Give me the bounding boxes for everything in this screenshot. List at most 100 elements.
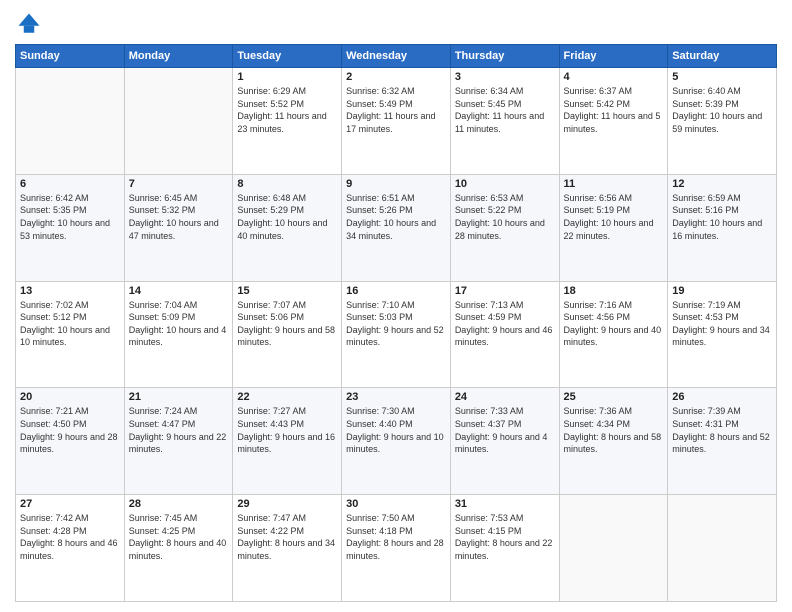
header xyxy=(15,10,777,38)
day-number: 4 xyxy=(564,71,664,83)
calendar-cell: 1 Sunrise: 6:29 AM Sunset: 5:52 PM Daylig… xyxy=(233,68,342,175)
day-number: 25 xyxy=(564,391,664,403)
calendar-cell: 4 Sunrise: 6:37 AM Sunset: 5:42 PM Daylig… xyxy=(559,68,668,175)
calendar-cell: 23 Sunrise: 7:30 AM Sunset: 4:40 PM Dayli… xyxy=(342,388,451,495)
cell-content: Sunrise: 6:56 AM Sunset: 5:19 PM Dayligh… xyxy=(564,192,664,242)
cell-content: Sunrise: 6:45 AM Sunset: 5:32 PM Dayligh… xyxy=(129,192,229,242)
calendar-week-row: 27Sunrise: 7:42 AM Sunset: 4:28 PM Dayli… xyxy=(16,495,777,602)
cell-content: Sunrise: 6:29 AM Sunset: 5:52 PM Dayligh… xyxy=(237,85,337,135)
cell-content: Sunrise: 7:13 AM Sunset: 4:59 PM Dayligh… xyxy=(455,299,555,349)
day-number: 9 xyxy=(346,178,446,190)
weekday-header: Saturday xyxy=(668,45,777,68)
cell-content: Sunrise: 7:04 AM Sunset: 5:09 PM Dayligh… xyxy=(129,299,229,349)
day-number: 28 xyxy=(129,498,229,510)
day-number: 3 xyxy=(455,71,555,83)
day-number: 19 xyxy=(672,285,772,297)
cell-content: Sunrise: 6:40 AM Sunset: 5:39 PM Dayligh… xyxy=(672,85,772,135)
day-number: 22 xyxy=(237,391,337,403)
cell-content: Sunrise: 7:30 AM Sunset: 4:40 PM Dayligh… xyxy=(346,405,446,455)
calendar-cell: 10Sunrise: 6:53 AM Sunset: 5:22 PM Dayli… xyxy=(450,174,559,281)
cell-content: Sunrise: 6:59 AM Sunset: 5:16 PM Dayligh… xyxy=(672,192,772,242)
page: SundayMondayTuesdayWednesdayThursdayFrid… xyxy=(0,0,792,612)
calendar-cell: 11 Sunrise: 6:56 AM Sunset: 5:19 PM Dayli… xyxy=(559,174,668,281)
day-number: 14 xyxy=(129,285,229,297)
day-number: 24 xyxy=(455,391,555,403)
day-number: 13 xyxy=(20,285,120,297)
calendar-week-row: 20 Sunrise: 7:21 AM Sunset: 4:50 PM Dayli… xyxy=(16,388,777,495)
calendar-cell: 12 Sunrise: 6:59 AM Sunset: 5:16 PM Dayli… xyxy=(668,174,777,281)
cell-content: Sunrise: 6:51 AM Sunset: 5:26 PM Dayligh… xyxy=(346,192,446,242)
calendar-cell: 26 Sunrise: 7:39 AM Sunset: 4:31 PM Dayli… xyxy=(668,388,777,495)
cell-content: Sunrise: 7:47 AM Sunset: 4:22 PM Dayligh… xyxy=(237,512,337,562)
calendar-cell: 6Sunrise: 6:42 AM Sunset: 5:35 PM Daylig… xyxy=(16,174,125,281)
day-number: 26 xyxy=(672,391,772,403)
calendar-cell: 14 Sunrise: 7:04 AM Sunset: 5:09 PM Dayli… xyxy=(124,281,233,388)
calendar-cell: 24 Sunrise: 7:33 AM Sunset: 4:37 PM Dayli… xyxy=(450,388,559,495)
day-number: 20 xyxy=(20,391,120,403)
day-number: 30 xyxy=(346,498,446,510)
day-number: 7 xyxy=(129,178,229,190)
cell-content: Sunrise: 7:27 AM Sunset: 4:43 PM Dayligh… xyxy=(237,405,337,455)
calendar-cell xyxy=(124,68,233,175)
calendar-cell: 3 Sunrise: 6:34 AM Sunset: 5:45 PM Daylig… xyxy=(450,68,559,175)
cell-content: Sunrise: 7:24 AM Sunset: 4:47 PM Dayligh… xyxy=(129,405,229,455)
weekday-row: SundayMondayTuesdayWednesdayThursdayFrid… xyxy=(16,45,777,68)
cell-content: Sunrise: 7:39 AM Sunset: 4:31 PM Dayligh… xyxy=(672,405,772,455)
calendar-cell: 7 Sunrise: 6:45 AM Sunset: 5:32 PM Daylig… xyxy=(124,174,233,281)
weekday-header: Tuesday xyxy=(233,45,342,68)
day-number: 11 xyxy=(564,178,664,190)
calendar-cell: 15 Sunrise: 7:07 AM Sunset: 5:06 PM Dayli… xyxy=(233,281,342,388)
calendar-cell: 20 Sunrise: 7:21 AM Sunset: 4:50 PM Dayli… xyxy=(16,388,125,495)
calendar-week-row: 6Sunrise: 6:42 AM Sunset: 5:35 PM Daylig… xyxy=(16,174,777,281)
calendar-cell xyxy=(668,495,777,602)
calendar-cell: 22 Sunrise: 7:27 AM Sunset: 4:43 PM Dayli… xyxy=(233,388,342,495)
day-number: 23 xyxy=(346,391,446,403)
calendar-cell xyxy=(559,495,668,602)
day-number: 2 xyxy=(346,71,446,83)
cell-content: Sunrise: 6:53 AM Sunset: 5:22 PM Dayligh… xyxy=(455,192,555,242)
day-number: 21 xyxy=(129,391,229,403)
calendar-header: SundayMondayTuesdayWednesdayThursdayFrid… xyxy=(16,45,777,68)
calendar-cell: 21 Sunrise: 7:24 AM Sunset: 4:47 PM Dayli… xyxy=(124,388,233,495)
calendar-cell: 13 Sunrise: 7:02 AM Sunset: 5:12 PM Dayli… xyxy=(16,281,125,388)
weekday-header: Thursday xyxy=(450,45,559,68)
cell-content: Sunrise: 6:34 AM Sunset: 5:45 PM Dayligh… xyxy=(455,85,555,135)
calendar-cell: 5 Sunrise: 6:40 AM Sunset: 5:39 PM Daylig… xyxy=(668,68,777,175)
calendar-table: SundayMondayTuesdayWednesdayThursdayFrid… xyxy=(15,44,777,602)
day-number: 15 xyxy=(237,285,337,297)
weekday-header: Friday xyxy=(559,45,668,68)
calendar-cell: 9 Sunrise: 6:51 AM Sunset: 5:26 PM Daylig… xyxy=(342,174,451,281)
day-number: 16 xyxy=(346,285,446,297)
cell-content: Sunrise: 7:45 AM Sunset: 4:25 PM Dayligh… xyxy=(129,512,229,562)
calendar-cell: 31Sunrise: 7:53 AM Sunset: 4:15 PM Dayli… xyxy=(450,495,559,602)
cell-content: Sunrise: 7:36 AM Sunset: 4:34 PM Dayligh… xyxy=(564,405,664,455)
cell-content: Sunrise: 7:07 AM Sunset: 5:06 PM Dayligh… xyxy=(237,299,337,349)
weekday-header: Sunday xyxy=(16,45,125,68)
calendar-cell: 29 Sunrise: 7:47 AM Sunset: 4:22 PM Dayli… xyxy=(233,495,342,602)
calendar-cell xyxy=(16,68,125,175)
weekday-header: Wednesday xyxy=(342,45,451,68)
day-number: 1 xyxy=(237,71,337,83)
day-number: 18 xyxy=(564,285,664,297)
cell-content: Sunrise: 7:19 AM Sunset: 4:53 PM Dayligh… xyxy=(672,299,772,349)
cell-content: Sunrise: 7:33 AM Sunset: 4:37 PM Dayligh… xyxy=(455,405,555,455)
calendar-week-row: 1 Sunrise: 6:29 AM Sunset: 5:52 PM Daylig… xyxy=(16,68,777,175)
day-number: 29 xyxy=(237,498,337,510)
cell-content: Sunrise: 6:37 AM Sunset: 5:42 PM Dayligh… xyxy=(564,85,664,135)
day-number: 12 xyxy=(672,178,772,190)
logo-icon xyxy=(15,10,43,38)
calendar-cell: 16Sunrise: 7:10 AM Sunset: 5:03 PM Dayli… xyxy=(342,281,451,388)
cell-content: Sunrise: 6:32 AM Sunset: 5:49 PM Dayligh… xyxy=(346,85,446,135)
cell-content: Sunrise: 7:21 AM Sunset: 4:50 PM Dayligh… xyxy=(20,405,120,455)
logo xyxy=(15,10,47,38)
day-number: 6 xyxy=(20,178,120,190)
calendar-cell: 30Sunrise: 7:50 AM Sunset: 4:18 PM Dayli… xyxy=(342,495,451,602)
calendar-cell: 2 Sunrise: 6:32 AM Sunset: 5:49 PM Daylig… xyxy=(342,68,451,175)
calendar-cell: 19 Sunrise: 7:19 AM Sunset: 4:53 PM Dayli… xyxy=(668,281,777,388)
weekday-header: Monday xyxy=(124,45,233,68)
cell-content: Sunrise: 7:53 AM Sunset: 4:15 PM Dayligh… xyxy=(455,512,555,562)
cell-content: Sunrise: 7:02 AM Sunset: 5:12 PM Dayligh… xyxy=(20,299,120,349)
cell-content: Sunrise: 7:42 AM Sunset: 4:28 PM Dayligh… xyxy=(20,512,120,562)
day-number: 5 xyxy=(672,71,772,83)
calendar-cell: 17Sunrise: 7:13 AM Sunset: 4:59 PM Dayli… xyxy=(450,281,559,388)
